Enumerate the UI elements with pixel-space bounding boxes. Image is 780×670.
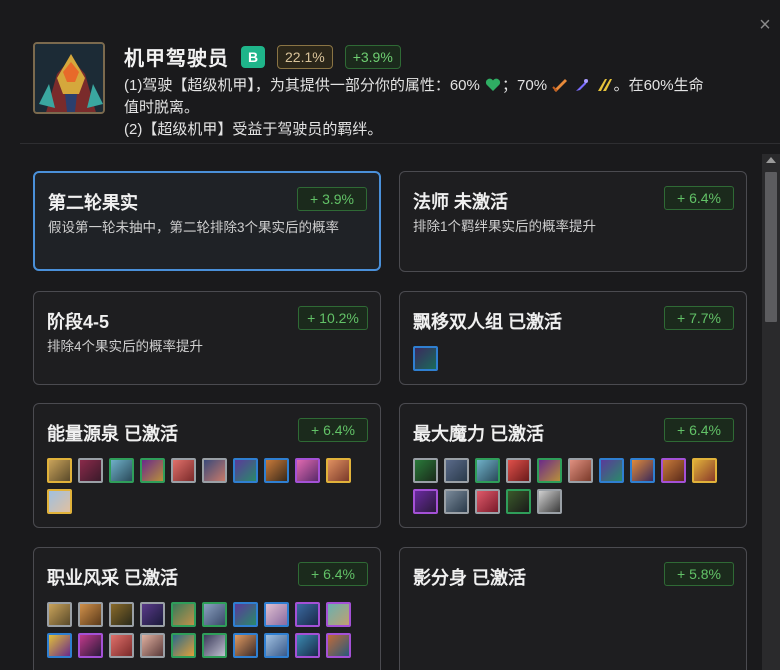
champion-icon[interactable] (475, 489, 500, 514)
champion-icon[interactable] (506, 458, 531, 483)
champion-icon[interactable] (537, 458, 562, 483)
champion-icon[interactable] (140, 633, 165, 658)
champion-icon[interactable] (444, 458, 469, 483)
augment-detail-panel: × 机甲驾驶员 B 22.1% +3.9% (1)驾驶【超级机甲】，为其提供一部… (0, 0, 780, 670)
boost-badge: + 6.4% (664, 186, 734, 210)
champion-icon[interactable] (233, 458, 258, 483)
champion-icon[interactable] (78, 602, 103, 627)
champion-icon[interactable] (568, 458, 593, 483)
boost-badge: + 6.4% (298, 418, 368, 442)
boost-badge: + 10.2% (298, 306, 368, 330)
champion-icon[interactable] (78, 458, 103, 483)
condition-card[interactable]: 法师 未激活 + 6.4% 排除1个羁绊果实后的概率提升 (399, 171, 747, 272)
champion-icon[interactable] (295, 602, 320, 627)
champion-icon[interactable] (295, 633, 320, 658)
champion-list (47, 602, 370, 658)
card-description: 排除1个羁绊果实后的概率提升 (413, 219, 597, 234)
card-description: 排除4个果实后的概率提升 (47, 339, 204, 354)
champion-icon[interactable] (630, 458, 655, 483)
champion-icon[interactable] (599, 458, 624, 483)
champion-icon[interactable] (413, 458, 438, 483)
card-title: 第二轮果实 (48, 193, 138, 213)
champion-icon[interactable] (326, 633, 351, 658)
boost-badge: + 7.7% (664, 306, 734, 330)
champion-icon[interactable] (78, 633, 103, 658)
desc-text-2: ；70% (502, 77, 548, 94)
card-description: 假设第一轮未抽中，第二轮排除3个果实后的概率 (48, 220, 340, 235)
boost-badge: + 5.8% (664, 562, 734, 586)
champion-icon[interactable] (661, 458, 686, 483)
card-title: 影分身 已激活 (413, 568, 527, 588)
champion-icon[interactable] (202, 458, 227, 483)
pick-rate-badge: 22.1% (277, 44, 333, 69)
desc-text-4: 值时脱离。 (124, 99, 200, 116)
champion-icon[interactable] (692, 458, 717, 483)
boost-badge: + 3.9% (297, 187, 367, 211)
heart-icon (485, 78, 501, 91)
champion-icon[interactable] (109, 602, 134, 627)
champion-icon[interactable] (202, 633, 227, 658)
condition-card[interactable]: 能量源泉 已激活 + 6.4% (33, 403, 381, 528)
champion-icon[interactable] (506, 489, 531, 514)
champion-icon[interactable] (109, 633, 134, 658)
champion-list (413, 346, 736, 371)
desc-text-5: (2)【超级机甲】受益于驾驶员的羁绊。 (124, 121, 383, 138)
condition-card[interactable]: 飘移双人组 已激活 + 7.7% (399, 291, 747, 385)
champion-icon[interactable] (47, 489, 72, 514)
augment-title: 机甲驾驶员 (124, 48, 229, 70)
card-title: 飘移双人组 已激活 (413, 312, 563, 332)
champion-icon[interactable] (537, 489, 562, 514)
close-icon[interactable]: × (754, 14, 776, 36)
card-title: 职业风采 已激活 (47, 568, 179, 588)
champion-icon[interactable] (413, 489, 438, 514)
champion-icon[interactable] (326, 602, 351, 627)
champion-icon[interactable] (264, 602, 289, 627)
champion-icon[interactable] (233, 602, 258, 627)
champion-icon[interactable] (47, 602, 72, 627)
condition-card[interactable]: 影分身 已激活 + 5.8% (399, 547, 747, 670)
condition-card[interactable]: 第二轮果实 + 3.9% 假设第一轮未抽中，第二轮排除3个果实后的概率 (33, 171, 381, 271)
champion-icon[interactable] (326, 458, 351, 483)
champion-icon[interactable] (444, 489, 469, 514)
boost-badge: + 6.4% (298, 562, 368, 586)
desc-text-3: 。在60%生命 (613, 77, 704, 94)
scrollbar-thumb[interactable] (765, 172, 777, 322)
champion-icon[interactable] (140, 602, 165, 627)
condition-card[interactable]: 最大魔力 已激活 + 6.4% (399, 403, 747, 528)
card-title: 阶段4-5 (47, 312, 110, 332)
champion-icon[interactable] (47, 458, 72, 483)
header-divider (20, 143, 780, 144)
champion-icon[interactable] (475, 458, 500, 483)
champion-icon[interactable] (264, 458, 289, 483)
card-title: 能量源泉 已激活 (47, 424, 179, 444)
card-title: 法师 未激活 (413, 192, 509, 212)
scroll-up-arrow-icon[interactable] (766, 157, 776, 163)
champion-icon[interactable] (47, 633, 72, 658)
augment-description: (1)驾驶【超级机甲】，为其提供一部分你的属性：60% ；70% 。在60%生命… (124, 75, 764, 141)
champion-icon[interactable] (171, 602, 196, 627)
champion-icon[interactable] (202, 602, 227, 627)
champion-icon[interactable] (295, 458, 320, 483)
champion-icon[interactable] (264, 633, 289, 658)
champion-icon[interactable] (413, 346, 438, 371)
augment-header: 机甲驾驶员 B 22.1% +3.9% (1)驾驶【超级机甲】，为其提供一部分你… (33, 42, 770, 142)
tier-badge: B (241, 45, 265, 68)
champion-icon[interactable] (171, 458, 196, 483)
delta-badge: +3.9% (344, 44, 401, 69)
champion-icon[interactable] (171, 633, 196, 658)
champion-list (413, 458, 736, 514)
condition-card[interactable]: 阶段4-5 + 10.2% 排除4个果实后的概率提升 (33, 291, 381, 385)
champion-list (47, 458, 370, 514)
boost-badge: + 6.4% (664, 418, 734, 442)
champion-icon[interactable] (233, 633, 258, 658)
ability-power-icon (576, 79, 589, 91)
card-title: 最大魔力 已激活 (413, 424, 545, 444)
attack-damage-icon (552, 79, 568, 92)
attack-speed-icon (597, 79, 612, 91)
condition-card[interactable]: 职业风采 已激活 + 6.4% (33, 547, 381, 670)
desc-text-1: (1)驾驶【超级机甲】，为其提供一部分你的属性：60% (124, 77, 480, 94)
champion-icon[interactable] (140, 458, 165, 483)
champion-icon[interactable] (109, 458, 134, 483)
augment-portrait (33, 42, 105, 114)
